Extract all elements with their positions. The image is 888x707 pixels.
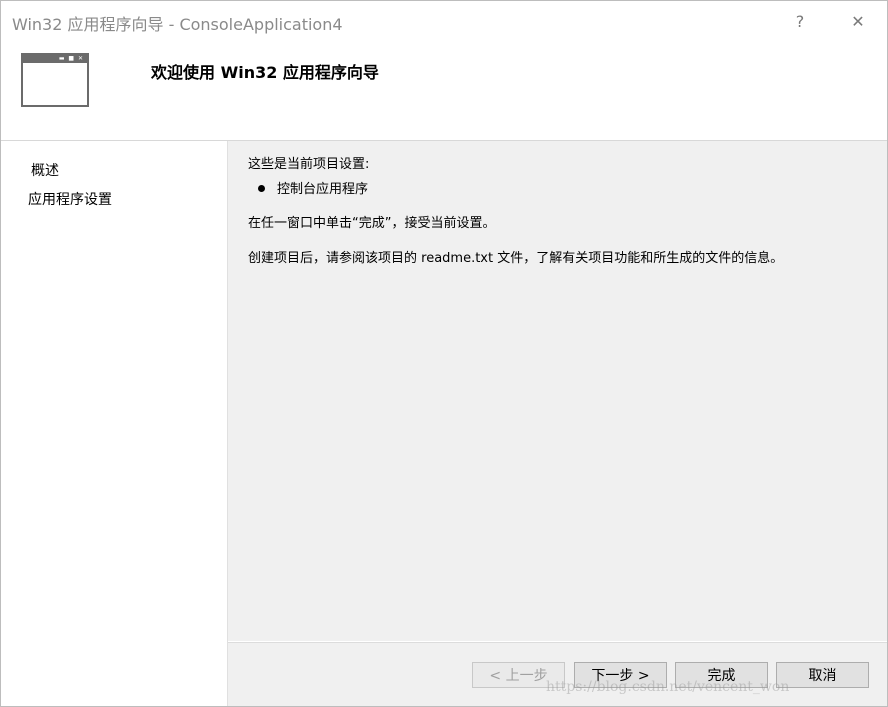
wizard-heading: 欢迎使用 Win32 应用程序向导 (151, 63, 379, 82)
window-title: Win32 应用程序向导 - ConsoleApplication4 (12, 15, 343, 34)
wizard-content: 这些是当前项目设置: 控制台应用程序 在任一窗口中单击“完成”，接受当前设置。 … (228, 141, 887, 641)
nav-item-application-settings[interactable]: 应用程序设置 (28, 189, 112, 209)
finish-button[interactable]: 完成 (675, 662, 768, 688)
window-icon: ▬ ■ ✕ (21, 53, 89, 107)
bullet-icon (258, 185, 265, 192)
wizard-window: Win32 应用程序向导 - ConsoleApplication4 ? ✕ ▬… (0, 0, 888, 707)
finish-hint: 在任一窗口中单击“完成”，接受当前设置。 (248, 216, 496, 231)
wizard-banner: ▬ ■ ✕ 欢迎使用 Win32 应用程序向导 (1, 41, 887, 141)
readme-hint: 创建项目后，请参阅该项目的 readme.txt 文件，了解有关项目功能和所生成… (248, 251, 784, 266)
previous-button[interactable]: < 上一步 (472, 662, 565, 688)
cancel-button[interactable]: 取消 (776, 662, 869, 688)
help-icon: ? (795, 11, 805, 31)
settings-bullet-text: 控制台应用程序 (277, 182, 369, 197)
wizard-nav: 概述 应用程序设置 (1, 141, 228, 706)
help-button[interactable]: ? (786, 7, 814, 35)
close-button[interactable]: ✕ (844, 7, 872, 35)
next-button[interactable]: 下一步 > (574, 662, 667, 688)
window-icon-titlebar: ▬ ■ ✕ (23, 55, 87, 63)
title-bar: Win32 应用程序向导 - ConsoleApplication4 ? ✕ (1, 1, 887, 41)
close-icon: ✕ (851, 11, 865, 31)
settings-bullet-item: 控制台应用程序 (258, 178, 368, 197)
nav-item-overview[interactable]: 概述 (31, 160, 59, 180)
wizard-footer: < 上一步 下一步 > 完成 取消 (228, 641, 887, 706)
settings-intro: 这些是当前项目设置: (248, 157, 370, 172)
